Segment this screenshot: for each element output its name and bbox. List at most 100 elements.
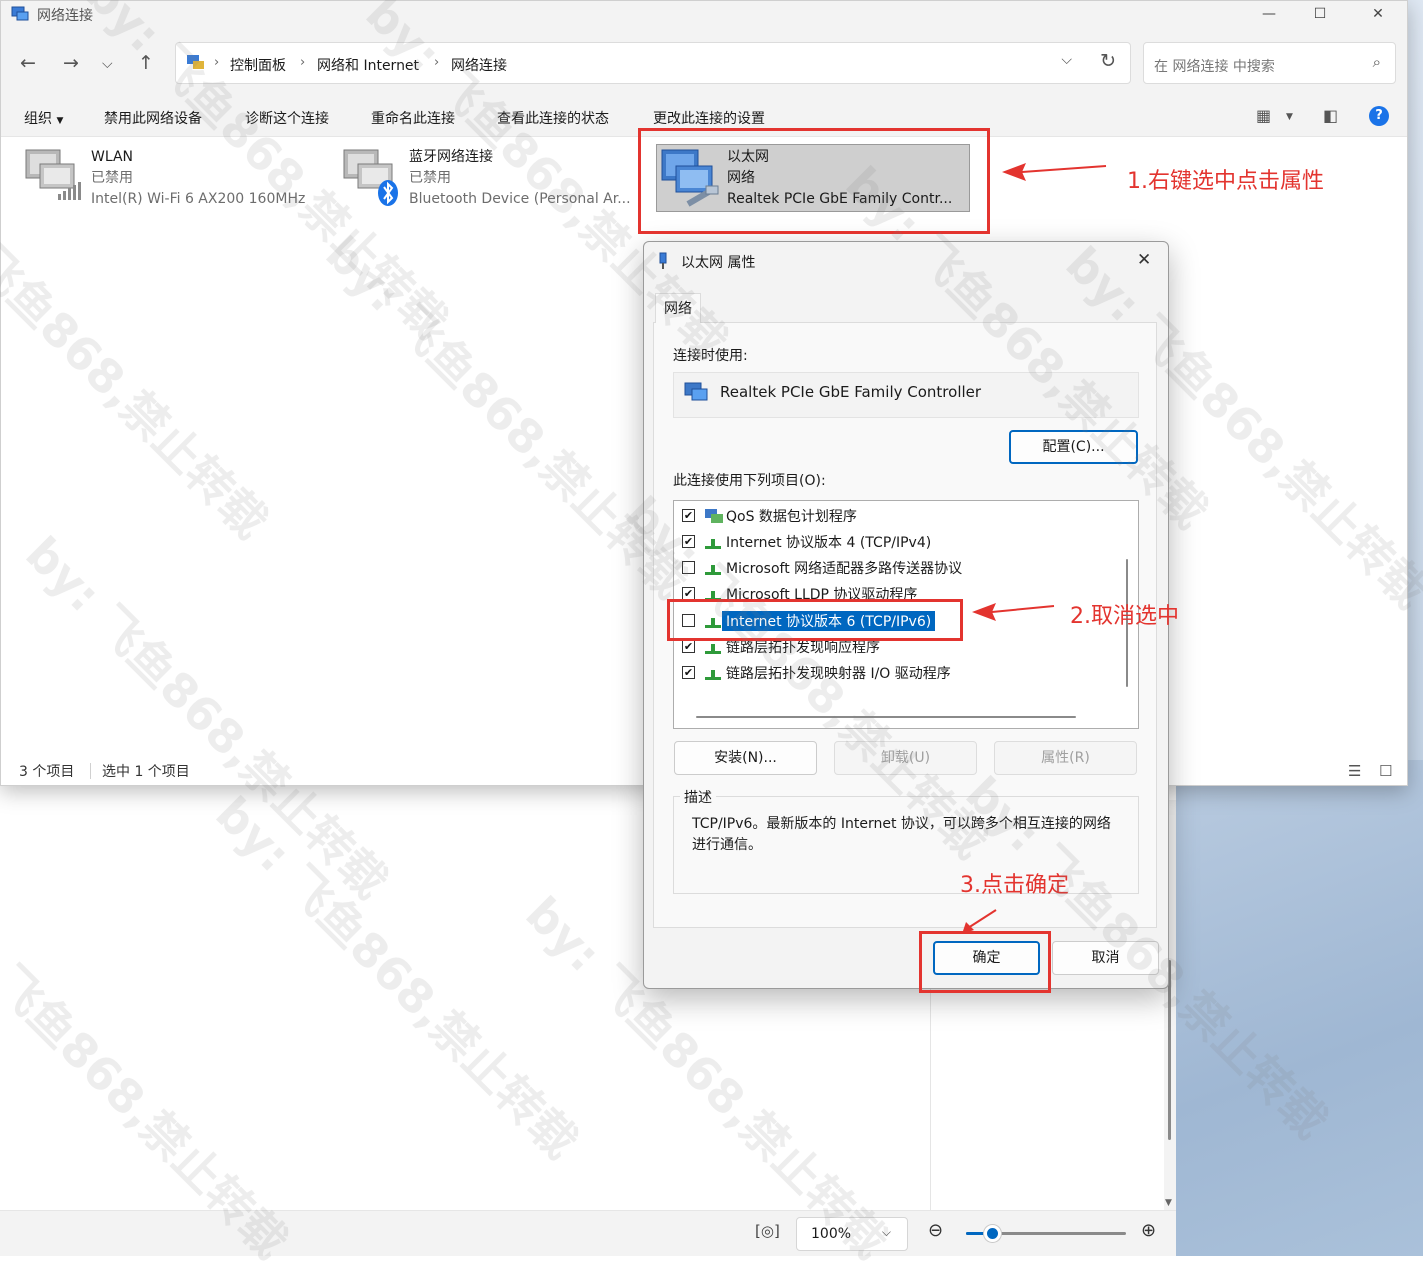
search-icon: ⌕ bbox=[1372, 53, 1381, 71]
bluetooth-adapter-icon bbox=[343, 149, 398, 206]
cancel-button[interactable]: 取消 bbox=[1052, 941, 1159, 975]
connection-wlan[interactable]: WLAN 已禁用 Intel(R) Wi-Fi 6 AX200 160MHz bbox=[91, 147, 305, 210]
items-horizontal-scrollbar[interactable] bbox=[696, 716, 1076, 718]
up-arrow-icon[interactable]: ↑ bbox=[138, 52, 154, 74]
large-icons-view-icon[interactable]: ☐ bbox=[1379, 762, 1392, 780]
breadcrumb-network-connections[interactable]: 网络连接 bbox=[451, 55, 507, 75]
address-dropdown-icon[interactable]: ⌵ bbox=[1061, 52, 1072, 68]
checkbox[interactable] bbox=[682, 561, 695, 574]
connection-device: Intel(R) Wi-Fi 6 AX200 160MHz bbox=[91, 191, 306, 207]
wlan-adapter-icon bbox=[25, 149, 81, 200]
item-properties-button[interactable]: 属性(R) bbox=[994, 741, 1137, 775]
annotation-step2: 2.取消选中 bbox=[1070, 604, 1179, 629]
connection-status: 已禁用 bbox=[409, 170, 451, 186]
configure-button[interactable]: 配置(C)... bbox=[1009, 430, 1138, 464]
maximize-button[interactable]: ☐ bbox=[1295, 1, 1345, 29]
adapter-name: Realtek PCIe GbE Family Controller bbox=[720, 383, 982, 401]
uninstall-button[interactable]: 卸载(U) bbox=[834, 741, 977, 775]
selected-count: 选中 1 个项目 bbox=[102, 764, 190, 780]
scroll-down-icon[interactable]: ▼ bbox=[1165, 1198, 1172, 1208]
address-bar[interactable]: › 控制面板 › 网络和 Internet › 网络连接 ⌵ ↻ bbox=[175, 42, 1131, 84]
network-adapter-icon bbox=[659, 252, 667, 269]
connection-status: 已禁用 bbox=[91, 170, 133, 186]
annotation-step1: 1.右键选中点击属性 bbox=[1127, 169, 1324, 194]
zoom-out-icon[interactable]: ⊖ bbox=[928, 1220, 943, 1241]
connection-device: Bluetooth Device (Personal Ar... bbox=[409, 191, 631, 207]
organize-label: 组织 bbox=[24, 111, 52, 127]
annotation-box-ethernet bbox=[638, 128, 990, 234]
checkbox[interactable]: ✔ bbox=[682, 666, 695, 679]
protocol-icon bbox=[705, 565, 721, 575]
back-arrow-icon[interactable]: ← bbox=[20, 52, 36, 74]
breadcrumb-separator-icon: › bbox=[434, 55, 440, 70]
breadcrumb-network-internet[interactable]: 网络和 Internet bbox=[317, 55, 419, 75]
background-divider bbox=[930, 985, 931, 1210]
help-icon[interactable]: ? bbox=[1369, 106, 1389, 126]
window-title: 网络连接 bbox=[37, 8, 93, 24]
chevron-down-icon: ⌵ bbox=[881, 1225, 891, 1239]
qos-service-icon bbox=[705, 509, 723, 523]
protocol-icon bbox=[705, 539, 721, 549]
diagnose-button[interactable]: 诊断这个连接 bbox=[245, 108, 329, 128]
connection-name: 蓝牙网络连接 bbox=[409, 149, 493, 165]
recent-locations-chevron-icon[interactable]: ⌵ bbox=[102, 56, 113, 72]
annotation-box-ipv6 bbox=[667, 599, 963, 641]
preview-pane-icon[interactable]: ◧ bbox=[1323, 106, 1338, 125]
install-button[interactable]: 安装(N)... bbox=[674, 741, 817, 775]
breadcrumb-separator-icon: › bbox=[300, 55, 306, 70]
checkbox[interactable]: ✔ bbox=[682, 509, 695, 522]
rename-button[interactable]: 重命名此连接 bbox=[371, 108, 455, 128]
view-options-caret-icon[interactable]: ▼ bbox=[1286, 112, 1293, 122]
connect-using-label: 连接时使用: bbox=[673, 348, 748, 364]
list-item-label: QoS 数据包计划程序 bbox=[726, 509, 857, 525]
network-connections-icon bbox=[11, 6, 29, 21]
zoom-level-value: 100% bbox=[811, 1226, 852, 1242]
protocol-icon bbox=[705, 670, 721, 680]
description-label: 描述 bbox=[680, 787, 716, 807]
dropdown-caret-icon: ▼ bbox=[56, 116, 64, 126]
network-card-icon bbox=[684, 382, 708, 401]
view-options-icon[interactable]: ▦ bbox=[1256, 106, 1271, 125]
annotation-arrow-icon bbox=[972, 603, 1055, 621]
connection-bluetooth[interactable]: 蓝牙网络连接 已禁用 Bluetooth Device (Personal Ar… bbox=[409, 147, 631, 210]
search-input[interactable]: 在 网络连接 中搜索 ⌕ bbox=[1143, 42, 1396, 84]
scrollbar-thumb[interactable] bbox=[1168, 960, 1171, 1140]
control-panel-icon bbox=[187, 55, 204, 69]
desktop-background bbox=[1176, 760, 1423, 1256]
title-bar: 网络连接 — ☐ ✕ bbox=[1, 1, 1407, 29]
organize-menu[interactable]: 组织 ▼ bbox=[24, 108, 63, 128]
checkbox[interactable]: ✔ bbox=[682, 640, 695, 653]
zoom-in-icon[interactable]: ⊕ bbox=[1141, 1220, 1156, 1241]
annotation-arrow-icon bbox=[1002, 163, 1107, 181]
annotation-box-ok bbox=[919, 931, 1051, 993]
item-count: 3 个项目 bbox=[19, 764, 75, 780]
dialog-close-icon[interactable]: ✕ bbox=[1137, 250, 1151, 270]
adapter-field: Realtek PCIe GbE Family Controller bbox=[673, 372, 1139, 418]
disable-device-button[interactable]: 禁用此网络设备 bbox=[104, 108, 202, 128]
zoom-slider-knob[interactable] bbox=[984, 1225, 1001, 1242]
list-item-label: Internet 协议版本 4 (TCP/IPv4) bbox=[726, 535, 932, 551]
forward-arrow-icon[interactable]: → bbox=[63, 52, 79, 74]
breadcrumb-control-panel[interactable]: 控制面板 bbox=[230, 55, 286, 75]
close-button[interactable]: ✕ bbox=[1353, 1, 1403, 29]
fit-page-icon[interactable]: [◎] bbox=[755, 1222, 780, 1240]
minimize-button[interactable]: — bbox=[1244, 1, 1294, 29]
protocol-icon bbox=[705, 644, 721, 654]
status-divider bbox=[90, 763, 91, 779]
details-view-icon[interactable]: ☰ bbox=[1348, 762, 1361, 780]
refresh-icon[interactable]: ↻ bbox=[1100, 50, 1116, 72]
breadcrumb-separator-icon: › bbox=[214, 55, 220, 70]
change-settings-button[interactable]: 更改此连接的设置 bbox=[653, 108, 765, 128]
search-placeholder: 在 网络连接 中搜索 bbox=[1154, 59, 1275, 75]
connection-name: WLAN bbox=[91, 149, 134, 165]
list-item-label: Microsoft 网络适配器多路传送器协议 bbox=[726, 561, 963, 577]
description-text: TCP/IPv6。最新版本的 Internet 协议，可以跨多个相互连接的网络进… bbox=[692, 816, 1111, 853]
zoom-level-select[interactable]: 100% ⌵ bbox=[796, 1217, 908, 1251]
checkbox[interactable]: ✔ bbox=[682, 535, 695, 548]
view-status-button[interactable]: 查看此连接的状态 bbox=[497, 108, 609, 128]
items-label: 此连接使用下列项目(O): bbox=[673, 473, 826, 489]
dialog-title: 以太网 属性 bbox=[681, 255, 756, 271]
annotation-step3: 3.点击确定 bbox=[960, 873, 1069, 898]
tab-network[interactable]: 网络 bbox=[655, 293, 701, 323]
desktop-background-edge bbox=[1408, 0, 1423, 760]
